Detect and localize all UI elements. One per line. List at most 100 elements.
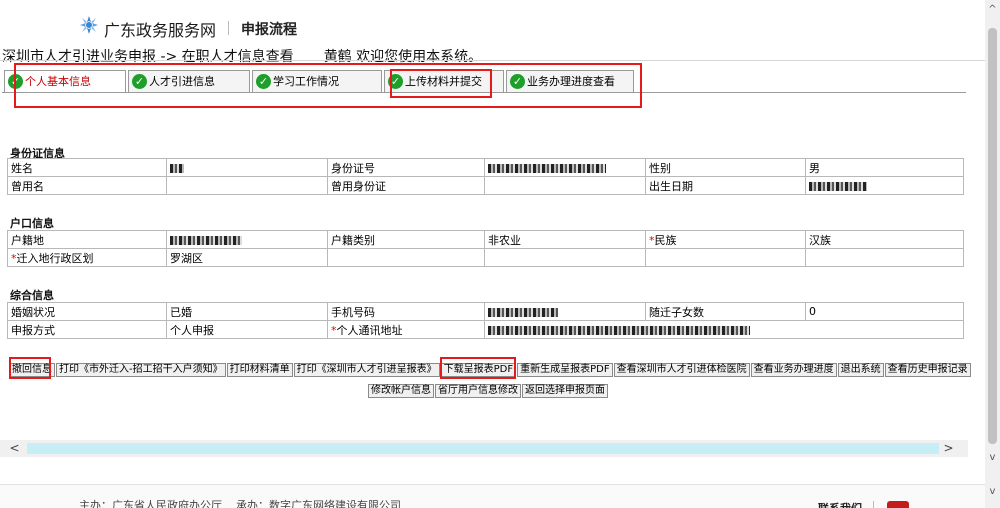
- logout-button[interactable]: 退出系统: [837, 363, 884, 377]
- label-apply-method: 申报方式: [7, 320, 167, 339]
- action-button-row-2: 修改帐户信息 省厅用户信息修改 返回选择申报页面: [368, 382, 609, 398]
- gd-logo-icon: [80, 16, 98, 34]
- label-former-name: 曾用名: [7, 176, 167, 195]
- label-id-number: 身份证号: [327, 158, 485, 177]
- scroll-thumb[interactable]: [27, 443, 939, 454]
- outer-scroll-down-icon[interactable]: v: [985, 484, 1000, 499]
- footer-divider: [873, 501, 874, 508]
- value-id-number: [484, 158, 646, 177]
- tab-upload-submit[interactable]: ✓ 上传材料并提交: [384, 70, 504, 92]
- label-moving-district: *迁入地行政区划: [7, 248, 167, 267]
- site-title[interactable]: 广东政务服务网: [104, 17, 216, 41]
- section-title-hukou: 户口信息: [10, 217, 54, 230]
- tab-personal-info[interactable]: ✓ 个人基本信息: [4, 70, 126, 92]
- footer-undertaker-text: 承办：数字广东网络建设有限公司: [236, 499, 401, 508]
- print-materials-button[interactable]: 打印材料清单: [226, 363, 293, 377]
- empty-cell: [805, 248, 964, 267]
- label-address: *个人通讯地址: [327, 320, 485, 339]
- value-former-name: [166, 176, 328, 195]
- empty-cell: [327, 248, 485, 267]
- label-hukou-type: 户籍类别: [327, 230, 485, 249]
- view-hospital-button[interactable]: 查看深圳市人才引进体检医院: [613, 363, 750, 377]
- table-row: 婚姻状况 已婚 手机号码 随迁子女数 0: [7, 302, 964, 321]
- table-row: *迁入地行政区划 罗湖区: [7, 248, 964, 267]
- view-progress-button[interactable]: 查看业务办理进度: [750, 363, 837, 377]
- print-notice-button[interactable]: 打印《市外迁入-招工招干入户须知》: [56, 363, 226, 377]
- label-hukou-place: 户籍地: [7, 230, 167, 249]
- footer-host: 主办：广东省人民政府办公厅 承办：数字广东网络建设有限公司: [79, 497, 401, 508]
- edit-province-user-button[interactable]: 省厅用户信息修改: [435, 384, 521, 398]
- tab-label: 学习工作情况: [273, 75, 339, 88]
- back-to-select-button[interactable]: 返回选择申报页面: [522, 384, 608, 398]
- label-text: 迁入地行政区划: [16, 251, 94, 265]
- id-info-table: 姓名 身份证号 性别 男 曾用名 曾用身份证 出生日期: [7, 158, 964, 195]
- vertical-scrollbar[interactable]: ^ v v: [985, 0, 1000, 508]
- value-gender: 男: [805, 158, 964, 177]
- hukou-info-table: 户籍地 户籍类别 非农业 *民族 汉族 *迁入地行政区划 罗湖区: [7, 230, 964, 267]
- scroll-left-icon[interactable]: <: [6, 440, 23, 457]
- check-circle-icon: ✓: [388, 74, 403, 89]
- tab-progress[interactable]: ✓ 业务办理进度查看: [506, 70, 634, 92]
- value-apply-method: 个人申报: [166, 320, 328, 339]
- footer-host-text: 主办：广东省人民政府办公厅: [79, 499, 222, 508]
- action-button-row: 撤回信息 打印《市外迁入-招工招干入户须知》 打印材料清单 打印《深圳市人才引进呈报表…: [9, 361, 971, 377]
- value-address: [484, 320, 964, 339]
- label-phone: 手机号码: [327, 302, 485, 321]
- tab-label: 上传材料并提交: [405, 75, 482, 88]
- edit-account-button[interactable]: 修改帐户信息: [368, 384, 434, 398]
- check-circle-icon: ✓: [132, 74, 147, 89]
- tab-talent-info[interactable]: ✓ 人才引进信息: [128, 70, 250, 92]
- value-children-count: 0: [805, 302, 964, 321]
- print-report-button[interactable]: 打印《深圳市人才引进呈报表》: [293, 363, 440, 377]
- label-text: 民族: [654, 233, 677, 247]
- tab-underline: [2, 92, 966, 93]
- title-divider: [228, 21, 229, 35]
- label-gender: 性别: [645, 158, 806, 177]
- gov-badge-icon[interactable]: [887, 501, 909, 508]
- check-circle-icon: ✓: [256, 74, 271, 89]
- horizontal-scrollbar[interactable]: < >: [0, 440, 968, 457]
- general-info-table: 婚姻状况 已婚 手机号码 随迁子女数 0 申报方式 个人申报 *个人通讯地址: [7, 302, 964, 339]
- value-ethnicity: 汉族: [805, 230, 964, 249]
- history-button[interactable]: 查看历史申报记录: [884, 363, 971, 377]
- vertical-scroll-thumb[interactable]: [988, 28, 997, 444]
- scroll-up-icon[interactable]: ^: [985, 2, 1000, 17]
- check-circle-icon: ✓: [510, 74, 525, 89]
- tab-label: 人才引进信息: [149, 75, 215, 88]
- check-circle-icon: ✓: [8, 74, 23, 89]
- page: 广东政务服务网 申报流程 深圳市人才引进业务申报 -> 在职人才信息查看 黄鹤 欢…: [0, 0, 1000, 508]
- label-birth-date: 出生日期: [645, 176, 806, 195]
- value-marital: 已婚: [166, 302, 328, 321]
- table-row: 户籍地 户籍类别 非农业 *民族 汉族: [7, 230, 964, 249]
- withdraw-button[interactable]: 撤回信息: [9, 363, 55, 377]
- empty-cell: [645, 248, 806, 267]
- tab-study-work[interactable]: ✓ 学习工作情况: [252, 70, 382, 92]
- value-phone: [484, 302, 646, 321]
- value-hukou-place: [166, 230, 328, 249]
- section-title-general: 综合信息: [10, 289, 54, 302]
- value-name: [166, 158, 328, 177]
- label-text: 个人通讯地址: [336, 323, 403, 337]
- label-name: 姓名: [7, 158, 167, 177]
- footer: 主办：广东省人民政府办公厅 承办：数字广东网络建设有限公司 联系我们: [0, 484, 985, 508]
- value-birth-date: [805, 176, 964, 195]
- download-pdf-button[interactable]: 下载呈报表PDF: [440, 363, 517, 377]
- label-marital: 婚姻状况: [7, 302, 167, 321]
- label-ethnicity: *民族: [645, 230, 806, 249]
- table-row: 姓名 身份证号 性别 男: [7, 158, 964, 177]
- tab-label: 个人基本信息: [25, 75, 91, 88]
- value-former-id: [484, 176, 646, 195]
- contact-us-link[interactable]: 联系我们: [818, 500, 862, 508]
- label-former-id: 曾用身份证: [327, 176, 485, 195]
- regenerate-pdf-button[interactable]: 重新生成呈报表PDF: [517, 363, 613, 377]
- tab-label: 业务办理进度查看: [527, 75, 615, 88]
- scroll-down-icon[interactable]: v: [985, 450, 1000, 465]
- top-header: 广东政务服务网 申报流程: [0, 0, 985, 44]
- value-moving-district: 罗湖区: [166, 248, 328, 267]
- empty-cell: [484, 248, 646, 267]
- scroll-right-icon[interactable]: >: [940, 440, 957, 457]
- page-subtitle: 申报流程: [241, 22, 297, 38]
- value-hukou-type: 非农业: [484, 230, 646, 249]
- label-children-count: 随迁子女数: [645, 302, 806, 321]
- table-row: 曾用名 曾用身份证 出生日期: [7, 176, 964, 195]
